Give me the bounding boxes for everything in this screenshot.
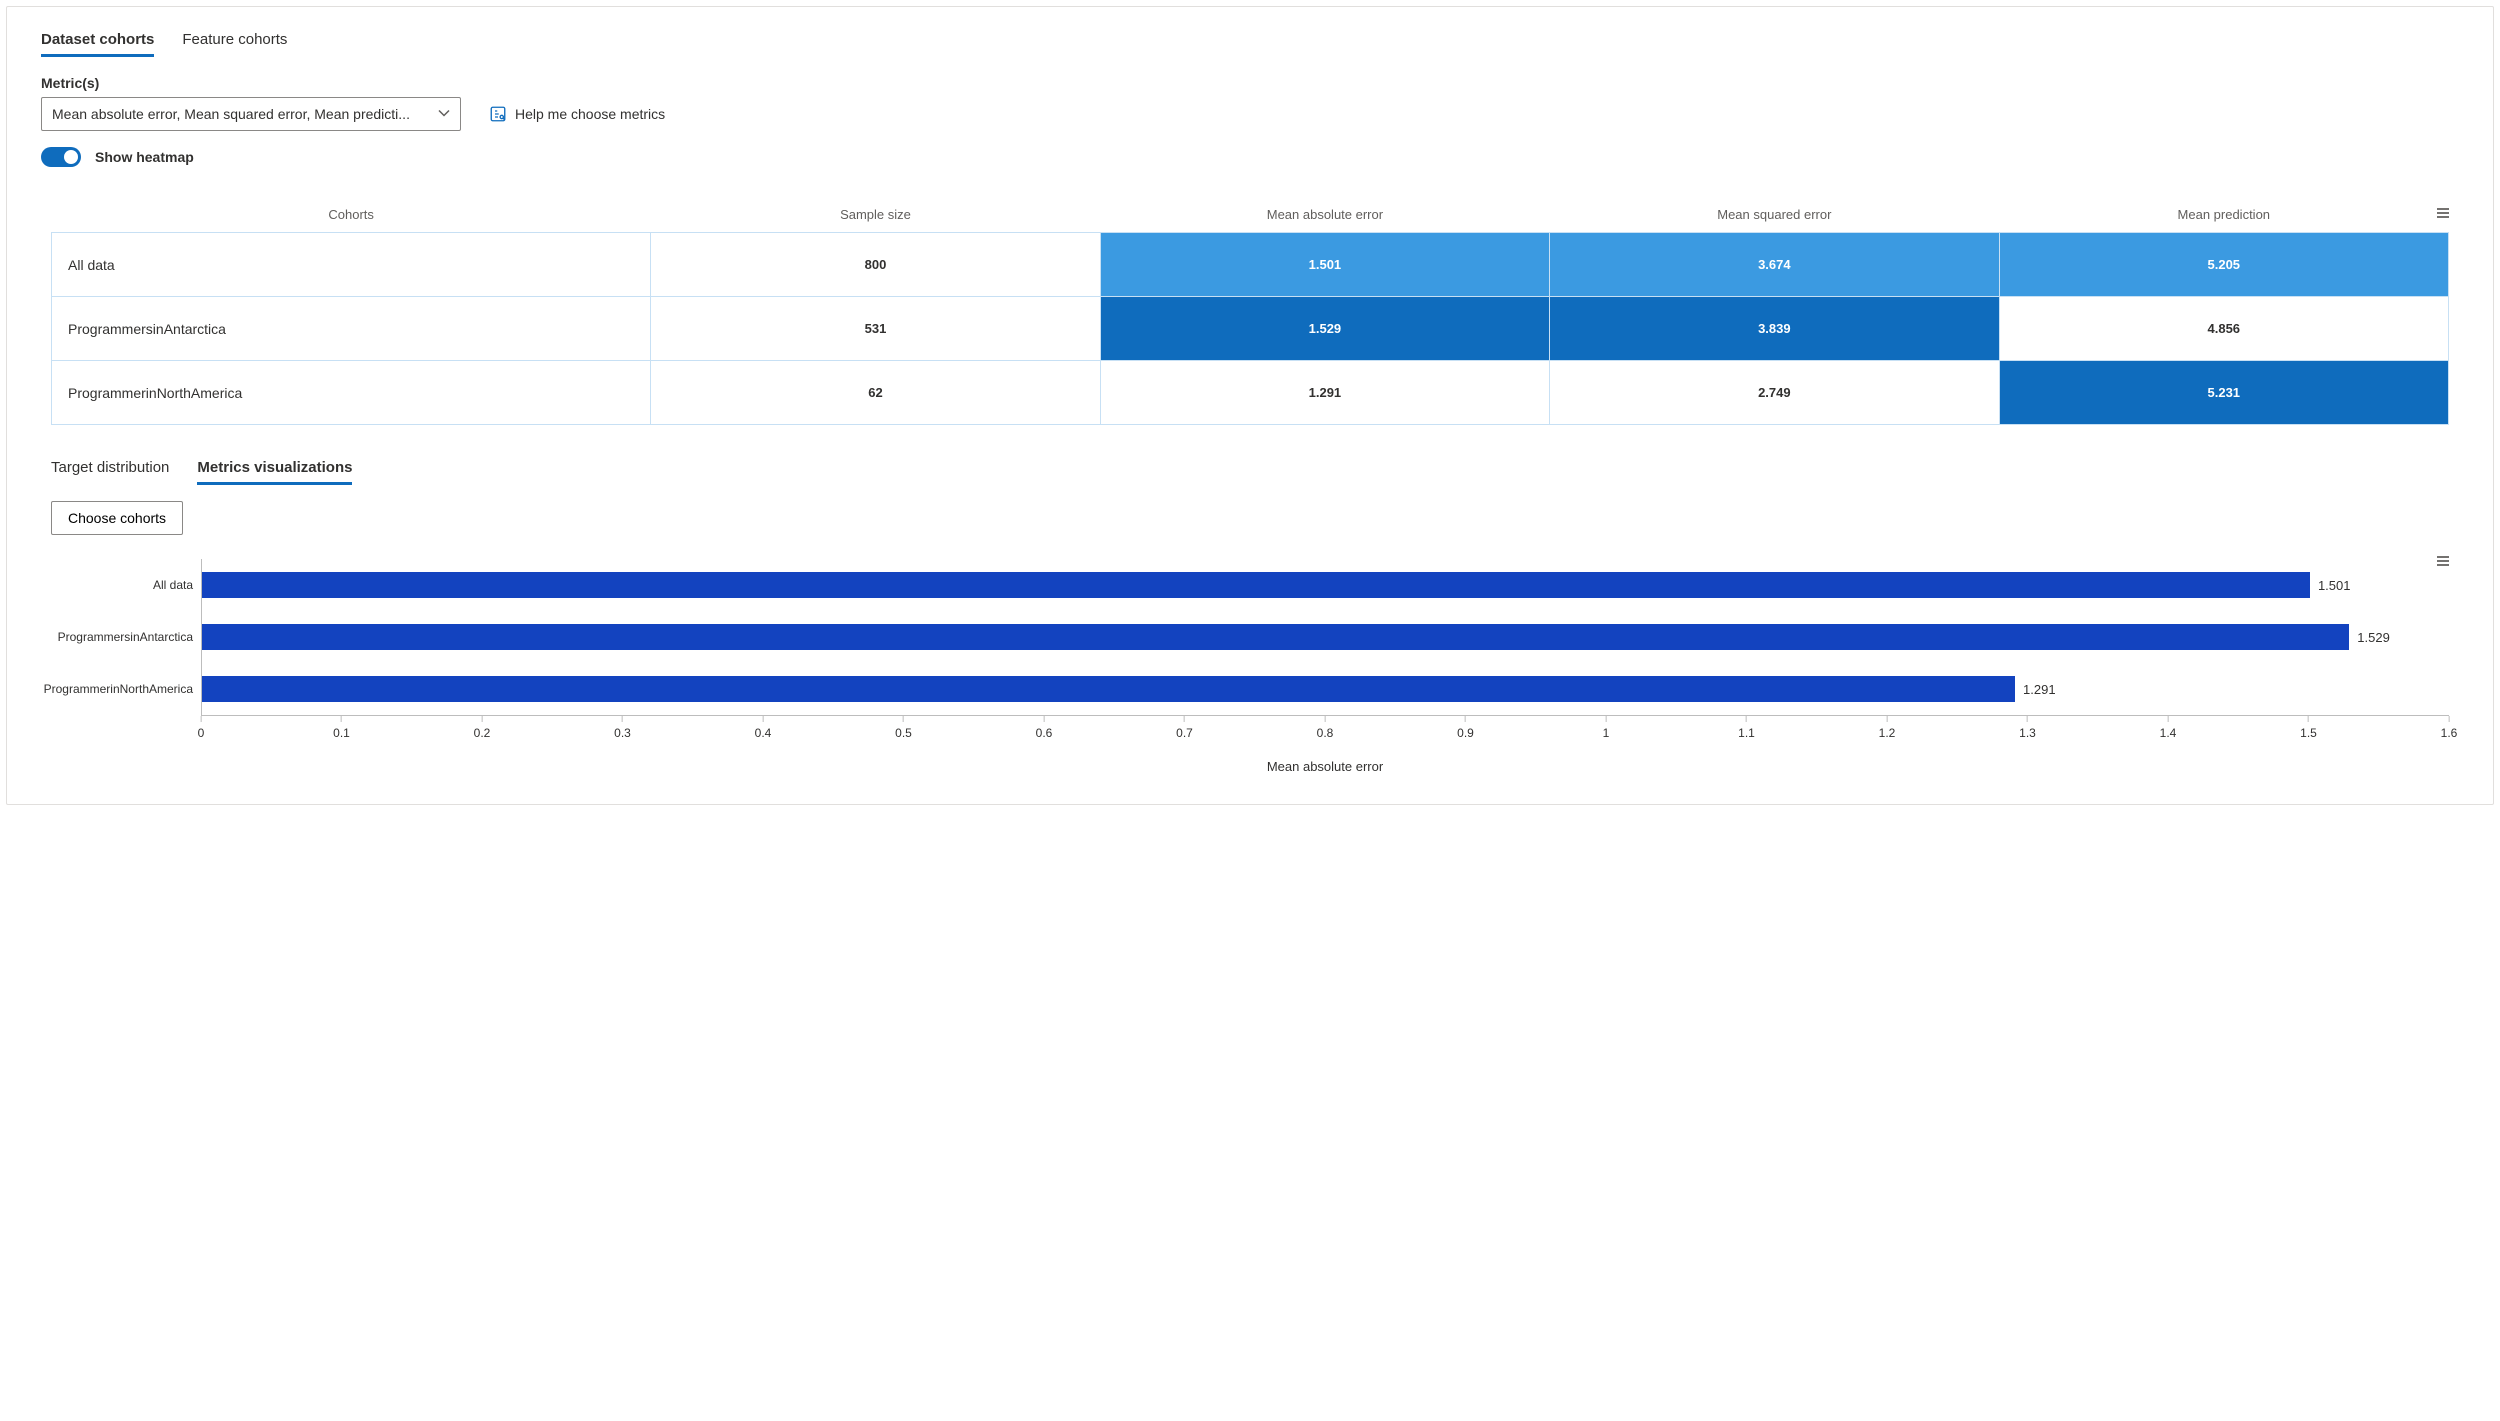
chart-x-tick: 0.6: [1036, 716, 1053, 740]
table-row: ProgrammersinAntarctica5311.5293.8394.85…: [52, 297, 2449, 361]
mse-cell: 3.674: [1550, 233, 1999, 297]
metrics-help-icon: [489, 105, 507, 123]
help-choose-metrics-label: Help me choose metrics: [515, 106, 665, 122]
chart-category-label: All data: [51, 559, 193, 611]
chart-x-label: Mean absolute error: [201, 759, 2449, 774]
help-choose-metrics-link[interactable]: Help me choose metrics: [489, 105, 665, 123]
cohort-name-cell: All data: [52, 233, 651, 297]
chart-x-tick: 1.1: [1738, 716, 1755, 740]
chart-bar-row: 1.501: [202, 559, 2449, 611]
sample-size-cell: 62: [651, 361, 1100, 425]
chart-x-tick: 1.4: [2160, 716, 2177, 740]
header-mse: Mean squared error: [1550, 197, 1999, 233]
prediction-cell: 5.205: [1999, 233, 2448, 297]
mae-cell: 1.529: [1100, 297, 1549, 361]
chart-bar: [202, 572, 2310, 598]
choose-cohorts-button[interactable]: Choose cohorts: [51, 501, 183, 535]
chart-plot-area: 1.501 1.529 1.291: [201, 559, 2449, 715]
chart-x-tick: 1: [1603, 716, 1610, 740]
cohort-tabs: Dataset cohorts Feature cohorts: [41, 25, 2459, 57]
tab-metrics-visualizations[interactable]: Metrics visualizations: [197, 453, 352, 485]
cohort-name-cell: ProgrammersinAntarctica: [52, 297, 651, 361]
table-row: All data8001.5013.6745.205: [52, 233, 2449, 297]
chart-bar: [202, 624, 2349, 650]
heatmap-table-wrap: Cohorts Sample size Mean absolute error …: [51, 197, 2449, 425]
header-sample-size: Sample size: [651, 197, 1100, 233]
cohort-metrics-panel: Dataset cohorts Feature cohorts Metric(s…: [6, 6, 2494, 805]
cohort-name-cell: ProgrammerinNorthAmerica: [52, 361, 651, 425]
chart-category-label: ProgrammersinAntarctica: [51, 611, 193, 663]
chart-x-tick: 1.5: [2300, 716, 2317, 740]
table-row: ProgrammerinNorthAmerica621.2912.7495.23…: [52, 361, 2449, 425]
sample-size-cell: 800: [651, 233, 1100, 297]
chart-y-labels: All dataProgrammersinAntarcticaProgramme…: [51, 559, 201, 715]
mse-cell: 3.839: [1550, 297, 1999, 361]
chart-x-tick: 0.8: [1317, 716, 1334, 740]
chart-x-axis: 0 0.1 0.2 0.3 0.4 0.5 0.6 0.7 0.8 0.9 1 1.1 1.2 1.3 1.…: [201, 715, 2449, 755]
chart-x-tick: 0.4: [755, 716, 772, 740]
chart-x-tick: 1.6: [2441, 716, 2458, 740]
prediction-cell: 4.856: [1999, 297, 2448, 361]
heatmap-toggle-row: Show heatmap: [41, 147, 2459, 167]
chart-x-tick: 0.9: [1457, 716, 1474, 740]
heatmap-table: Cohorts Sample size Mean absolute error …: [51, 197, 2449, 425]
chart-x-tick: 0.5: [895, 716, 912, 740]
chevron-down-icon: [438, 107, 450, 122]
mae-cell: 1.291: [1100, 361, 1549, 425]
tab-target-distribution[interactable]: Target distribution: [51, 453, 169, 485]
tab-dataset-cohorts[interactable]: Dataset cohorts: [41, 25, 154, 57]
chart-x-tick: 0: [198, 716, 205, 740]
mae-cell: 1.501: [1100, 233, 1549, 297]
chart-category-label: ProgrammerinNorthAmerica: [51, 663, 193, 715]
header-cohorts: Cohorts: [52, 197, 651, 233]
show-heatmap-label: Show heatmap: [95, 149, 194, 165]
chart-bar-value: 1.529: [2357, 630, 2390, 645]
mse-cell: 2.749: [1550, 361, 1999, 425]
chart-x-tick: 1.3: [2019, 716, 2036, 740]
chart-bar-row: 1.529: [202, 611, 2449, 663]
show-heatmap-toggle[interactable]: [41, 147, 81, 167]
metrics-label: Metric(s): [41, 75, 2459, 91]
metrics-dropdown[interactable]: Mean absolute error, Mean squared error,…: [41, 97, 461, 131]
chart-x-tick: 1.2: [1879, 716, 1896, 740]
chart-bar-value: 1.291: [2023, 682, 2056, 697]
chart-x-tick: 0.3: [614, 716, 631, 740]
visualization-tabs: Target distribution Metrics visualizatio…: [51, 453, 2449, 485]
sample-size-cell: 531: [651, 297, 1100, 361]
tab-feature-cohorts[interactable]: Feature cohorts: [182, 25, 287, 57]
chart-bar-value: 1.501: [2318, 578, 2351, 593]
prediction-cell: 5.231: [1999, 361, 2448, 425]
chart-x-tick: 0.1: [333, 716, 350, 740]
chart-bar-row: 1.291: [202, 663, 2449, 715]
chart-bar: [202, 676, 2015, 702]
header-prediction: Mean prediction: [1999, 197, 2448, 233]
header-mae: Mean absolute error: [1100, 197, 1549, 233]
metrics-bar-chart: All dataProgrammersinAntarcticaProgramme…: [51, 559, 2449, 774]
chart-x-tick: 0.2: [474, 716, 491, 740]
chart-x-tick: 0.7: [1176, 716, 1193, 740]
metrics-dropdown-text: Mean absolute error, Mean squared error,…: [52, 106, 410, 122]
metrics-controls: Mean absolute error, Mean squared error,…: [41, 97, 2459, 131]
table-menu-icon[interactable]: [2435, 205, 2451, 224]
